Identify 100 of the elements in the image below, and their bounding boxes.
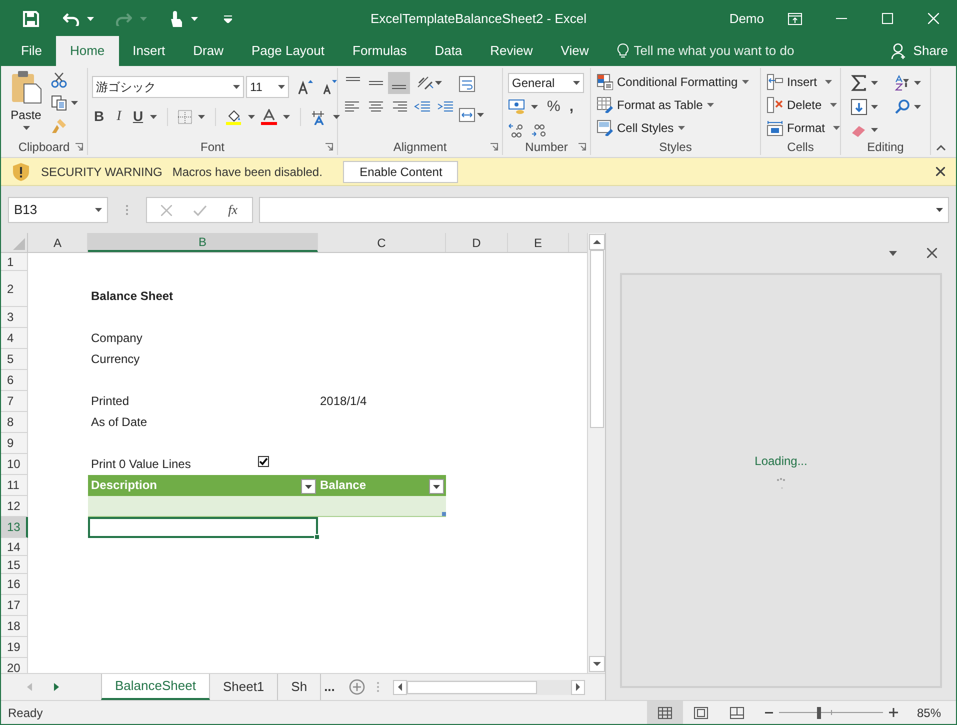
- enable-content-button[interactable]: Enable Content: [343, 160, 458, 182]
- styles-menu-button[interactable]: Conditional Formatting: [597, 73, 749, 91]
- row-header[interactable]: 18: [1, 616, 28, 637]
- phonetic-guide-icon[interactable]: [311, 108, 327, 124]
- align-left-icon[interactable]: [345, 100, 361, 114]
- cell-styles-icon[interactable]: [597, 120, 613, 136]
- row-header[interactable]: 3: [1, 307, 28, 328]
- ribbon-tab[interactable]: Formulas: [338, 36, 421, 66]
- column-header[interactable]: D: [446, 233, 508, 252]
- caret-icon[interactable]: [871, 81, 878, 85]
- caret-icon[interactable]: [191, 16, 198, 20]
- decrease-decimal-icon[interactable]: [531, 122, 547, 138]
- vertical-align-button[interactable]: [388, 72, 410, 94]
- caret-icon[interactable]: [248, 114, 255, 118]
- comma-button[interactable]: ,: [569, 96, 574, 118]
- caret-icon[interactable]: [71, 101, 78, 105]
- wrap-text-icon[interactable]: [459, 76, 475, 92]
- caret-icon[interactable]: [742, 80, 749, 84]
- name-box[interactable]: B13: [8, 197, 108, 223]
- dialog-launcher-icon[interactable]: [578, 143, 586, 151]
- caret-icon[interactable]: [914, 81, 921, 85]
- filter-button[interactable]: [301, 479, 316, 494]
- row-header[interactable]: 8: [1, 412, 28, 433]
- ribbon-tab[interactable]: Home: [56, 36, 119, 66]
- minimize-icon[interactable]: [836, 18, 846, 19]
- ribbon-tab[interactable]: Insert: [118, 36, 180, 66]
- zoom-slider[interactable]: [778, 706, 883, 718]
- row-header[interactable]: 13: [1, 517, 28, 538]
- caret-icon[interactable]: [833, 126, 840, 130]
- underline-button[interactable]: U: [132, 106, 144, 127]
- orientation-icon[interactable]: [416, 75, 434, 91]
- caret-icon[interactable]: [871, 128, 878, 132]
- maximize-icon[interactable]: [882, 13, 892, 24]
- fill-down-icon[interactable]: [851, 99, 867, 115]
- touch-mode-icon[interactable]: [169, 10, 183, 27]
- scroll-up-icon[interactable]: [592, 240, 601, 244]
- paste-button[interactable]: Paste: [10, 108, 42, 122]
- close-icon[interactable]: [927, 248, 937, 258]
- ribbon-tab[interactable]: View: [546, 36, 603, 66]
- close-icon[interactable]: [936, 167, 945, 176]
- ribbon-tab[interactable]: File: [7, 36, 56, 66]
- conditional-formatting-icon[interactable]: [597, 74, 613, 90]
- copy-icon[interactable]: [51, 95, 67, 111]
- merge-center-icon[interactable]: [459, 108, 475, 122]
- checkbox[interactable]: [258, 456, 269, 467]
- row-header[interactable]: 16: [1, 574, 28, 595]
- dialog-launcher-icon[interactable]: [325, 143, 333, 151]
- account-name[interactable]: Demo: [729, 8, 764, 28]
- ribbon-tab[interactable]: Draw: [179, 36, 238, 66]
- caret-icon[interactable]: [95, 208, 102, 212]
- sort-filter-icon[interactable]: [894, 75, 910, 91]
- cells-menu-button[interactable]: Format: [767, 119, 840, 137]
- row-header[interactable]: 12: [1, 496, 28, 517]
- align-center-icon[interactable]: [368, 100, 384, 114]
- formula-input[interactable]: [259, 197, 949, 223]
- caret-icon[interactable]: [914, 105, 921, 109]
- collapse-ribbon-icon[interactable]: [936, 145, 946, 151]
- table-cell[interactable]: [88, 496, 318, 517]
- cells-menu-button[interactable]: Insert: [767, 73, 840, 91]
- caret-icon[interactable]: [233, 85, 240, 89]
- delete-cells-icon[interactable]: [767, 97, 783, 113]
- row-header[interactable]: 6: [1, 370, 28, 391]
- ribbon-display-icon[interactable]: [788, 12, 802, 24]
- save-icon[interactable]: [23, 10, 39, 26]
- row-header[interactable]: 1: [1, 253, 28, 271]
- caret-icon[interactable]: [871, 105, 878, 109]
- horizontal-scrollbar[interactable]: [392, 680, 585, 694]
- scrollbar-thumb[interactable]: [406, 680, 537, 694]
- shrink-font-icon[interactable]: [321, 79, 337, 95]
- undo-icon[interactable]: [63, 12, 79, 26]
- caret-icon[interactable]: [22, 126, 30, 130]
- number-format-dropdown[interactable]: General: [508, 73, 584, 93]
- caret-icon[interactable]: [283, 114, 290, 118]
- caret-icon[interactable]: [87, 16, 94, 20]
- view-button[interactable]: [646, 701, 683, 724]
- caret-icon[interactable]: [477, 113, 484, 117]
- scroll-down-icon[interactable]: [592, 662, 601, 666]
- italic-button[interactable]: I: [112, 106, 126, 127]
- row-header[interactable]: 10: [1, 454, 28, 475]
- caret-icon[interactable]: [678, 126, 685, 130]
- next-sheet-icon[interactable]: [54, 683, 59, 691]
- scroll-left-icon[interactable]: [398, 683, 402, 691]
- borders-icon[interactable]: [178, 110, 192, 124]
- caret-icon[interactable]: [333, 114, 340, 118]
- sheet-tab[interactable]: BalanceSheet: [101, 674, 210, 700]
- row-header[interactable]: 20: [1, 658, 28, 673]
- caret-icon[interactable]: [435, 81, 442, 85]
- column-header[interactable]: E: [508, 233, 569, 252]
- pane-options-icon[interactable]: [889, 250, 897, 256]
- clipboard-icon[interactable]: [10, 70, 42, 104]
- caret-icon[interactable]: [825, 80, 832, 84]
- caret-icon[interactable]: [150, 114, 157, 118]
- dialog-launcher-icon[interactable]: [490, 143, 498, 151]
- search-icon[interactable]: [894, 99, 910, 115]
- row-header[interactable]: 2: [1, 271, 28, 307]
- cells-menu-button[interactable]: Delete: [767, 96, 840, 114]
- more-sheets-indicator[interactable]: ...: [324, 677, 335, 697]
- filter-button[interactable]: [429, 479, 444, 494]
- font-size-field[interactable]: 11: [246, 76, 289, 98]
- align-right-icon[interactable]: [391, 100, 407, 114]
